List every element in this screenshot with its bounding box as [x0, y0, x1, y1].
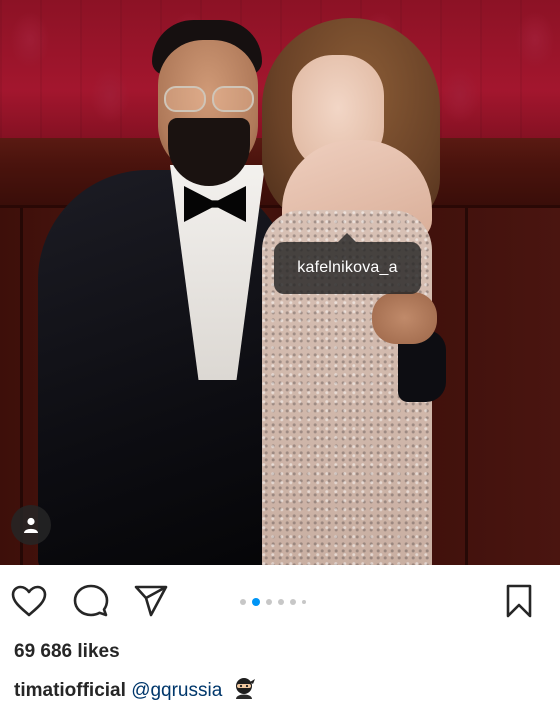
carousel-dot [302, 600, 306, 604]
tag-username: kafelnikova_a [297, 259, 398, 276]
paper-plane-icon [134, 585, 168, 617]
carousel-dot [240, 599, 246, 605]
person-icon[interactable] [11, 505, 51, 545]
like-button[interactable] [9, 583, 49, 619]
author-username[interactable]: timatiofficial [14, 680, 126, 701]
person-icon-glyph [24, 517, 38, 533]
carousel-dot [278, 599, 284, 605]
likes-count[interactable]: 69 686 likes [14, 641, 120, 663]
comment-bubble-icon [73, 584, 109, 617]
post-photo[interactable]: kafelnikova_a [0, 0, 560, 565]
carousel-indicator [240, 595, 330, 609]
mention-link[interactable]: @gqrussia [131, 680, 222, 701]
panel-divider [465, 208, 468, 565]
carousel-dot [290, 599, 296, 605]
action-bar [0, 565, 560, 637]
carousel-dot [266, 599, 272, 605]
carousel-dot-active [252, 598, 260, 606]
user-tag-label[interactable]: kafelnikova_a [274, 233, 421, 294]
save-button[interactable] [499, 583, 539, 619]
share-button[interactable] [131, 583, 171, 619]
post-caption: timatiofficial @gqrussia [14, 676, 256, 705]
bookmark-icon [506, 584, 532, 618]
comment-button[interactable] [71, 583, 111, 619]
ninja-emoji [232, 676, 256, 705]
man-glasses [162, 86, 257, 114]
heart-icon [11, 585, 47, 617]
man-hand [372, 292, 437, 344]
